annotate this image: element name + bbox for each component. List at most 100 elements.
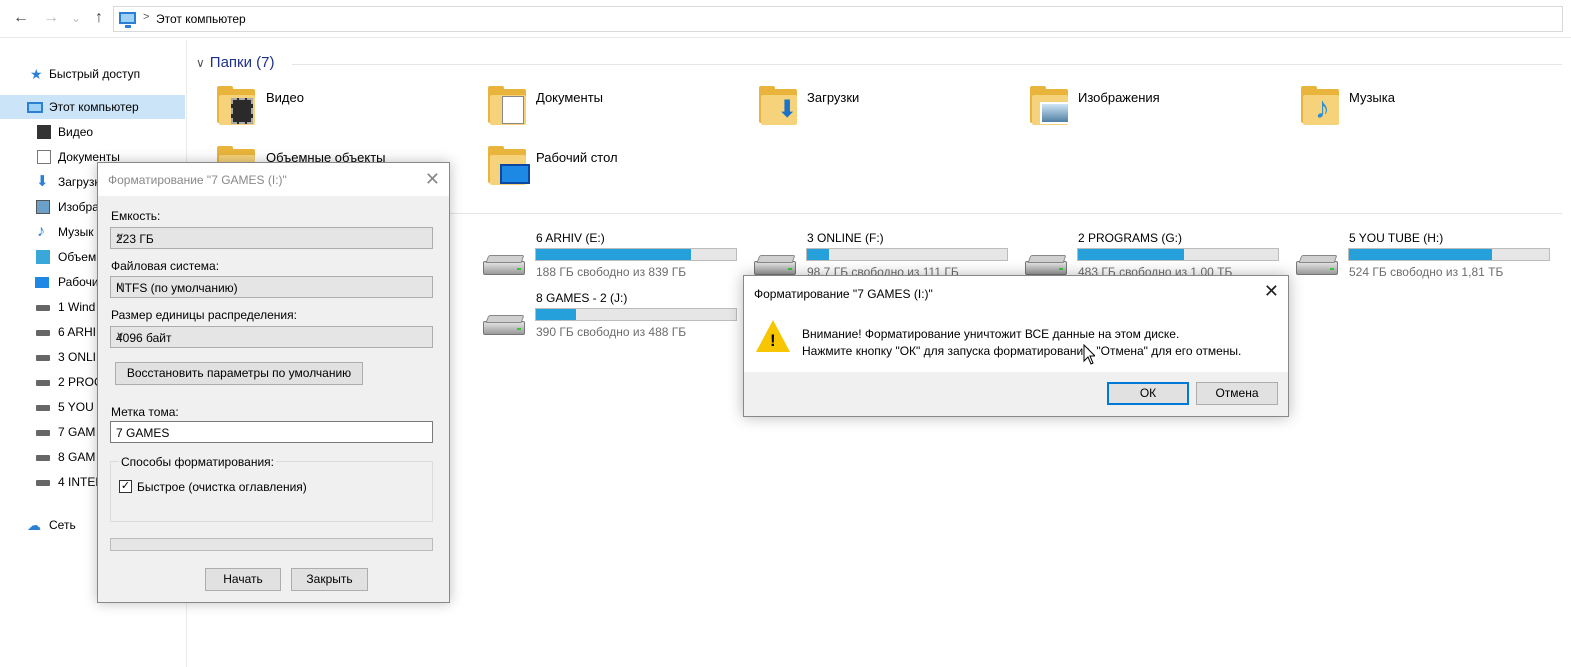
up-arrow-icon[interactable]: ↑ (90, 9, 108, 27)
drive-icon (36, 430, 50, 436)
close-icon[interactable]: ✕ (1264, 281, 1279, 302)
folder-label[interactable]: Видео (266, 90, 304, 105)
drive-icon (36, 480, 50, 486)
format-options-group: Способы форматирования: ✓ Быстрое (очист… (110, 455, 433, 522)
drive-usage-bar (1348, 248, 1550, 261)
sidebar-item-quick-access[interactable]: ★ Быстрый доступ (0, 62, 185, 86)
cursor-icon (1083, 344, 1095, 365)
computer-icon (119, 12, 136, 28)
sidebar-item-label: 8 GAM (58, 450, 96, 464)
volume-label-caption: Метка тома: (111, 405, 179, 419)
dialog-title-bar[interactable]: Форматирование "7 GAMES (I:)" ✕ (98, 163, 449, 196)
sidebar-item-label: Рабочи (58, 275, 99, 289)
quick-format-label[interactable]: Быстрое (очистка оглавления) (137, 480, 307, 494)
folders-section-title: Папки (7) (209, 54, 275, 71)
video-folder-icon (37, 125, 51, 139)
warning-message-line1: Внимание! Форматирование уничтожит ВСЕ д… (802, 327, 1180, 341)
chevron-down-icon: ∨ (116, 280, 125, 292)
restore-defaults-button[interactable]: Восстановить параметры по умолчанию (115, 362, 363, 385)
folder-label[interactable]: Документы (536, 90, 603, 105)
breadcrumb[interactable]: Этот компьютер (156, 12, 246, 26)
start-button[interactable]: Начать (205, 568, 281, 591)
drive-free-space: 524 ГБ свободно из 1,81 ТБ (1349, 265, 1504, 279)
warning-message-line2: Нажмите кнопку "ОК" для запуска форматир… (802, 344, 1242, 358)
back-arrow-icon[interactable]: ← (12, 9, 30, 27)
drive-icon[interactable] (1296, 255, 1340, 275)
video-folder-icon[interactable] (217, 86, 257, 126)
drive-icon[interactable] (483, 315, 527, 335)
folder-label[interactable]: Изображения (1078, 90, 1160, 105)
drive-icon[interactable] (1025, 255, 1069, 275)
navigation-bar: ← → ⌄ ↑ > Этот компьютер (0, 0, 1571, 38)
folder-label[interactable]: Загрузки (807, 90, 859, 105)
close-icon[interactable]: ✕ (425, 169, 440, 190)
downloads-folder-icon[interactable]: ⬇ (759, 86, 799, 126)
ok-button[interactable]: ОК (1107, 382, 1189, 405)
music-folder-icon: ♪ (37, 223, 45, 240)
format-progress-bar (110, 538, 433, 551)
drive-name[interactable]: 5 YOU TUBE (H:) (1349, 231, 1443, 245)
format-confirm-dialog: Форматирование "7 GAMES (I:)" ✕ ! Вниман… (743, 275, 1289, 417)
drive-usage-bar (806, 248, 1008, 261)
drive-icon (36, 355, 50, 361)
volume-label-input[interactable]: 7 GAMES (110, 421, 433, 443)
folder-label[interactable]: Музыка (1349, 90, 1395, 105)
drive-usage-fill (807, 249, 830, 260)
breadcrumb-separator-icon: > (143, 11, 150, 23)
drive-icon[interactable] (483, 255, 527, 275)
format-options-label: Способы форматирования: (119, 455, 276, 469)
sidebar-item-label: 6 ARHI (58, 325, 97, 339)
cancel-button[interactable]: Отмена (1196, 382, 1278, 405)
drive-icon (36, 380, 50, 386)
dialog-button-bar: ОК Отмена (744, 372, 1288, 416)
allocation-unit-select[interactable]: 4096 байт ∨ (110, 326, 433, 348)
divider (292, 64, 1562, 65)
forward-arrow-icon[interactable]: → (42, 9, 60, 27)
sidebar-item-label: 7 GAM (58, 425, 96, 439)
sidebar-item-label: Этот компьютер (49, 100, 139, 114)
folders-section-header[interactable]: ∨ Папки (7) (196, 54, 274, 71)
star-icon: ★ (30, 66, 43, 82)
address-bar[interactable]: > Этот компьютер (113, 6, 1563, 32)
drive-icon[interactable] (754, 255, 798, 275)
recent-locations-chevron-icon[interactable]: ⌄ (67, 9, 85, 27)
desktop-folder-icon[interactable] (488, 146, 530, 186)
drive-usage-bar (1077, 248, 1279, 261)
drive-icon (36, 405, 50, 411)
windows-drive-icon (36, 305, 50, 311)
drive-name[interactable]: 6 ARHIV (E:) (536, 231, 605, 245)
volume-label-value: 7 GAMES (116, 426, 170, 440)
sidebar-item-label: 3 ONLI (58, 350, 97, 364)
allocation-unit-label: Размер единицы распределения: (111, 308, 297, 322)
folder-label[interactable]: Рабочий стол (536, 150, 618, 165)
sidebar-item-this-pc[interactable]: Этот компьютер (0, 95, 185, 119)
music-folder-icon[interactable]: ♪ (1301, 86, 1341, 126)
chevron-down-icon: ∨ (196, 56, 205, 70)
quick-format-checkbox[interactable]: ✓ (119, 480, 132, 493)
drive-free-space: 390 ГБ свободно из 488 ГБ (536, 325, 687, 339)
pictures-folder-icon[interactable] (1030, 86, 1070, 126)
desktop-icon (35, 277, 49, 288)
sidebar-item-video[interactable]: Видео (0, 120, 185, 144)
drive-free-space: 188 ГБ свободно из 839 ГБ (536, 265, 687, 279)
capacity-select[interactable]: 223 ГБ ∨ (110, 227, 433, 249)
drive-usage-fill (536, 309, 577, 320)
capacity-label: Емкость: (111, 209, 161, 223)
drive-name[interactable]: 2 PROGRAMS (G:) (1078, 231, 1182, 245)
drive-icon (36, 330, 50, 336)
chevron-down-icon: ∨ (116, 330, 125, 342)
file-system-label: Файловая система: (111, 259, 220, 273)
warning-mark: ! (770, 331, 776, 350)
sidebar-item-label: Быстрый доступ (49, 67, 141, 81)
drive-name[interactable]: 8 GAMES - 2 (J:) (536, 291, 627, 305)
sidebar-item-label: Объем (58, 250, 97, 264)
documents-folder-icon[interactable] (488, 86, 528, 126)
drive-name[interactable]: 3 ONLINE (F:) (807, 231, 884, 245)
sidebar-item-label: 1 Wind (58, 300, 96, 314)
close-button[interactable]: Закрыть (291, 568, 368, 591)
drive-usage-fill (1078, 249, 1184, 260)
downloads-folder-icon: ⬇ (36, 173, 49, 190)
drive-usage-fill (1349, 249, 1493, 260)
sidebar-item-label: Изобра (58, 200, 99, 214)
file-system-select[interactable]: NTFS (по умолчанию) ∨ (110, 276, 433, 298)
